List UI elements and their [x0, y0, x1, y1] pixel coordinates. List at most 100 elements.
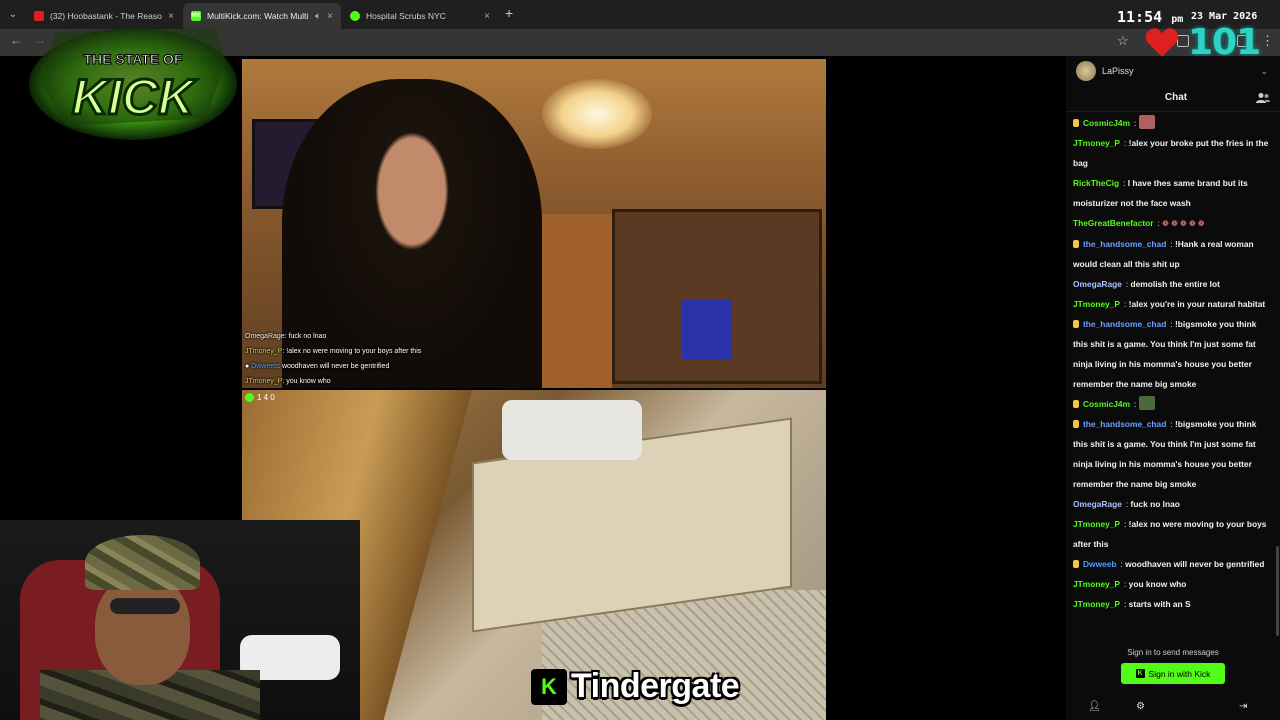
stream-top-video[interactable]: OmegaRage: fuck no lnao JTmoney_P: !alex… — [242, 59, 826, 388]
overlay-chat-line: JTmoney_P: !alex no were moving to your … — [245, 348, 422, 355]
kick-logo-icon: K — [531, 668, 567, 705]
subscriber-badge-icon — [1073, 240, 1079, 248]
chat-colon: : — [1134, 399, 1139, 409]
chat-message: JTmoney_P: !alex no were moving to your … — [1073, 514, 1273, 554]
users-icon[interactable] — [1256, 92, 1270, 104]
chat-username[interactable]: the_handsome_chad — [1083, 419, 1166, 429]
state-of-kick-logo: THE STATE OF KICK — [29, 28, 237, 140]
subscriber-badge-icon — [1073, 400, 1079, 408]
chat-message: JTmoney_P: !alex your broke put the frie… — [1073, 133, 1273, 173]
chat-username[interactable]: JTmoney_P — [1073, 599, 1120, 609]
chat-username[interactable]: the_handsome_chad — [1083, 319, 1166, 329]
mute-tab-icon[interactable]: 🔈︎ — [315, 11, 321, 22]
chat-username[interactable]: JTmoney_P — [1073, 579, 1120, 589]
ceiling-light — [542, 79, 652, 149]
blue-bag — [682, 299, 732, 359]
tab-hospital-scrubs[interactable]: Hospital Scrubs NYC × — [342, 3, 498, 29]
clock-time: 11:54 pm — [1117, 8, 1184, 26]
streamer-webcam — [0, 520, 360, 720]
streamer-face — [95, 575, 190, 685]
overlay-chat-line: ● Dwweeb: woodhaven will never be gentri… — [245, 363, 390, 370]
browser-menu-icon[interactable]: ⋮ — [1261, 33, 1274, 49]
chat-scrollbar[interactable] — [1276, 546, 1279, 636]
chat-panel: LaPissy ⌄ Chat CosmicJ4m: JTmoney_P: !al… — [1066, 56, 1280, 720]
emote-icon: ❁ ❁ ❁ ❁ ❁ — [1162, 219, 1205, 228]
chat-message: CosmicJ4m: — [1073, 394, 1273, 414]
popout-icon[interactable]: ⇥ — [1239, 701, 1247, 712]
subscriber-badge-icon — [1073, 119, 1079, 127]
avatar — [1076, 61, 1096, 81]
new-tab-button[interactable]: + — [505, 5, 513, 21]
stream-chat-overlay: OmegaRage: fuck no lnao JTmoney_P: !alex… — [245, 329, 421, 388]
live-dot-icon — [245, 393, 254, 403]
chat-username[interactable]: the_handsome_chad — [1083, 239, 1166, 249]
chat-message: the_handsome_chad: !Hank a real woman wo… — [1073, 234, 1273, 274]
chat-message: RickTheCig: I have thes same brand but i… — [1073, 173, 1273, 213]
signin-with-kick-button[interactable]: K Sign in with Kick — [1121, 663, 1225, 684]
chat-message: OmegaRage: fuck no lnao — [1073, 494, 1273, 514]
chat-username[interactable]: RickTheCig — [1073, 178, 1119, 188]
chat-username[interactable]: JTmoney_P — [1073, 519, 1120, 529]
kick-icon — [350, 11, 360, 21]
subscriber-badge-icon — [1073, 560, 1079, 568]
tab-search-chevron-icon[interactable]: ⌄ — [4, 6, 22, 24]
chat-text: you know who — [1128, 579, 1187, 589]
chat-colon: : — [1134, 118, 1139, 128]
chat-message: the_handsome_chad: !bigsmoke you think t… — [1073, 314, 1273, 394]
bathroom-sink — [502, 400, 642, 460]
chat-message: JTmoney_P: !alex you're in your natural … — [1073, 294, 1273, 314]
chat-message: JTmoney_P: starts with an S — [1073, 594, 1273, 614]
chat-username[interactable]: OmegaRage — [1073, 279, 1122, 289]
back-arrow-icon[interactable]: ← — [10, 33, 22, 47]
channel-name: LaPissy — [1102, 66, 1134, 76]
heart-icon — [1145, 28, 1179, 57]
chat-username[interactable]: OmegaRage — [1073, 499, 1122, 509]
chat-username[interactable]: TheGreatBenefactor — [1073, 218, 1154, 228]
viewer-counter: 1 4 0 — [245, 393, 275, 403]
channel-selector[interactable]: LaPissy ⌄ — [1066, 56, 1280, 86]
multikick-icon: MK — [191, 11, 201, 21]
chat-text: !bigsmoke you think this shit is a game.… — [1073, 319, 1257, 389]
camo-cap — [85, 535, 200, 590]
chat-text: woodhaven will never be gentrified — [1125, 559, 1265, 569]
subscriber-badge-icon — [1073, 420, 1079, 428]
tab-title: Hospital Scrubs NYC — [366, 11, 446, 21]
chat-username[interactable]: Dwweeb — [1083, 559, 1117, 569]
subscriber-badge-icon — [1073, 320, 1079, 328]
chat-message: JTmoney_P: you know who — [1073, 574, 1273, 594]
svg-text:THE STATE OF: THE STATE OF — [83, 51, 182, 67]
chat-title: Chat — [1164, 92, 1188, 103]
close-tab-icon[interactable]: × — [327, 11, 333, 22]
chat-text: !alex you're in your natural habitat — [1128, 299, 1266, 309]
close-tab-icon[interactable]: × — [484, 11, 490, 22]
sunglasses — [110, 598, 180, 614]
signin-hint: Sign in to send messages — [1127, 648, 1219, 657]
chat-message-list[interactable]: CosmicJ4m: JTmoney_P: !alex your broke p… — [1073, 113, 1273, 633]
chat-text: starts with an S — [1128, 599, 1191, 609]
chat-message: OmegaRage: demolish the entire lot — [1073, 274, 1273, 294]
stream-title-caption: K Tindergate — [531, 667, 740, 706]
chat-message: TheGreatBenefactor: ❁ ❁ ❁ ❁ ❁ — [1073, 213, 1273, 234]
chevron-down-icon[interactable]: ⌄ — [1260, 66, 1268, 77]
chat-text: fuck no lnao — [1130, 499, 1180, 509]
divider — [1066, 111, 1280, 112]
youtube-icon — [34, 11, 44, 21]
svg-text:KICK: KICK — [72, 69, 198, 125]
tab-title: (32) Hoobastank - The Reason — [50, 11, 163, 21]
chat-text: !bigsmoke you think this shit is a game.… — [1073, 419, 1257, 489]
add-friend-icon[interactable]: 👤︎ — [1088, 701, 1101, 712]
clock-date: 23 Mar 2026 — [1191, 11, 1258, 22]
chat-username[interactable]: JTmoney_P — [1073, 299, 1120, 309]
chat-username[interactable]: CosmicJ4m — [1083, 399, 1130, 409]
chat-username[interactable]: JTmoney_P — [1073, 138, 1120, 148]
kick-icon: K — [1135, 669, 1145, 678]
bookmark-star-icon[interactable]: ☆ — [1117, 33, 1129, 49]
caption-text: Tindergate — [571, 667, 740, 705]
close-tab-icon[interactable]: × — [168, 11, 174, 22]
chat-username[interactable]: CosmicJ4m — [1083, 118, 1130, 128]
emote-icon — [1138, 115, 1155, 129]
chat-message: Dwweeb: woodhaven will never be gentrifi… — [1073, 554, 1273, 574]
background-door — [542, 214, 612, 388]
emote-icon — [1138, 396, 1155, 410]
gear-icon[interactable]: ⚙︎ — [1136, 701, 1145, 712]
